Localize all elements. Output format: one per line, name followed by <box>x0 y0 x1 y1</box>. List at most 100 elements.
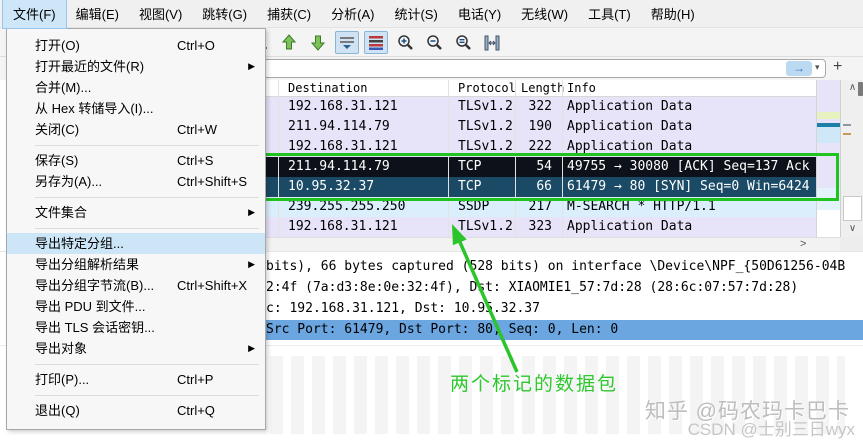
apply-filter-button[interactable]: → <box>786 61 812 76</box>
horizontal-scrollbar[interactable]: > <box>266 237 840 251</box>
scroll-right-icon[interactable]: > <box>800 238 806 250</box>
submenu-arrow-icon: ▶ <box>248 259 255 269</box>
detail-ethernet-line[interactable]: 2:4f (7a:d3:8e:0e:32:4f), Dst: XIAOMIE1_… <box>266 278 863 298</box>
menu-analyze[interactable]: 分析(A) <box>321 0 384 28</box>
menu-item-label: 导出特定分组... <box>35 236 124 251</box>
menu-item-save-as[interactable]: 另存为(A)... Ctrl+Shift+S <box>7 171 265 192</box>
cell-length: 323 <box>528 219 552 234</box>
menu-capture[interactable]: 捕获(C) <box>257 0 321 28</box>
menu-view[interactable]: 视图(V) <box>129 0 192 28</box>
next-packet-icon[interactable] <box>306 31 330 54</box>
zoom-in-icon[interactable] <box>393 31 417 54</box>
menu-item-open[interactable]: 打开(O) Ctrl+O <box>7 35 265 56</box>
marked-packet-tick <box>843 133 851 135</box>
column-protocol[interactable]: Protocol <box>458 81 516 95</box>
table-row[interactable]: 192.168.31.121 TLSv1.2 322 Application D… <box>266 97 816 117</box>
menu-item-export-objects[interactable]: 导出对象 ▶ <box>7 338 265 359</box>
menu-item-shortcut: Ctrl+Shift+X <box>177 278 248 293</box>
table-row[interactable]: 211.94.114.79 TLSv1.2 190 Application Da… <box>266 117 816 137</box>
packet-list-header: Destination Protocol Length Info <box>266 80 816 97</box>
menu-item-label: 打印(P)... <box>35 372 90 387</box>
menu-item-shortcut: Ctrl+Q <box>177 403 215 418</box>
menu-separator <box>7 359 265 369</box>
menu-separator <box>7 390 265 400</box>
menu-item-quit[interactable]: 退出(Q) Ctrl+Q <box>7 400 265 421</box>
file-menu-panel: 打开(O) Ctrl+O 打开最近的文件(R) ▶ 合并(M)... 从 Hex… <box>6 28 266 430</box>
menu-item-shortcut: Ctrl+Shift+S <box>177 174 248 189</box>
menu-tools[interactable]: 工具(T) <box>578 0 641 28</box>
add-filter-button[interactable]: + <box>833 58 842 76</box>
menu-help[interactable]: 帮助(H) <box>641 0 705 28</box>
menu-item-label: 打开(O) <box>35 38 80 53</box>
menu-item-merge[interactable]: 合并(M)... <box>7 77 265 98</box>
menu-telephony[interactable]: 电话(Y) <box>448 0 511 28</box>
menu-item-label: 从 Hex 转储导入(I)... <box>35 101 154 116</box>
menu-item-import-hex[interactable]: 从 Hex 转储导入(I)... <box>7 98 265 119</box>
menu-item-open-recent[interactable]: 打开最近的文件(R) ▶ <box>7 56 265 77</box>
menu-item-label: 导出 PDU 到文件... <box>35 299 146 314</box>
pane-corner-icon <box>858 82 863 96</box>
cell-destination: 192.168.31.121 <box>288 219 398 234</box>
marked-packets-highlight-box <box>259 153 839 201</box>
menu-item-shortcut: Ctrl+W <box>177 122 218 137</box>
vertical-scrollbar[interactable]: ∧ ∨ <box>840 80 863 237</box>
previous-packet-icon[interactable] <box>277 31 301 54</box>
cell-length: 322 <box>528 99 552 114</box>
menu-separator <box>7 192 265 202</box>
filter-dropdown-icon[interactable]: ▾ <box>815 62 820 73</box>
menu-item-label: 导出分组解析结果 <box>35 257 140 272</box>
zoom-reset-icon[interactable] <box>451 31 475 54</box>
scrollbar-thumb[interactable] <box>843 196 862 221</box>
cell-destination: 192.168.31.121 <box>288 99 398 114</box>
detail-ip-line[interactable]: c: 192.168.31.121, Dst: 10.95.32.37 <box>266 299 863 319</box>
menu-bar: 文件(F) 编辑(E) 视图(V) 跳转(G) 捕获(C) 分析(A) 统计(S… <box>0 0 863 29</box>
table-row[interactable]: 192.168.31.121 TLSv1.2 323 Application D… <box>266 217 816 237</box>
menu-item-shortcut: Ctrl+P <box>177 372 214 387</box>
detail-tcp-line-selected[interactable]: Src Port: 61479, Dst Port: 80, Seq: 0, L… <box>266 320 863 340</box>
menu-item-label: 合并(M)... <box>35 80 92 95</box>
menu-go[interactable]: 跳转(G) <box>192 0 257 28</box>
annotation-text: 两个标记的数据包 <box>450 374 619 395</box>
column-info[interactable]: Info <box>567 81 596 95</box>
menu-item-export-packet-bytes[interactable]: 导出分组字节流(B)... Ctrl+Shift+X <box>7 275 265 296</box>
menu-item-label: 退出(Q) <box>35 403 80 418</box>
submenu-arrow-icon: ▶ <box>248 207 255 217</box>
menu-item-export-dissections[interactable]: 导出分组解析结果 ▶ <box>7 254 265 275</box>
column-length[interactable]: Length <box>521 81 564 95</box>
menu-separator <box>7 140 265 150</box>
cell-info: Application Data <box>567 119 693 134</box>
menu-wireless[interactable]: 无线(W) <box>511 0 578 28</box>
marked-packet-tick <box>843 124 851 126</box>
scroll-down-icon[interactable]: ∨ <box>841 221 863 237</box>
colorize-packets-icon[interactable] <box>364 31 388 54</box>
toolbar-icons <box>248 31 504 54</box>
menu-item-label: 保存(S) <box>35 153 79 168</box>
menu-statistics[interactable]: 统计(S) <box>384 0 447 28</box>
zoom-out-icon[interactable] <box>422 31 446 54</box>
wireshark-window: { "app": { "name": "Wireshark" }, "color… <box>0 0 863 439</box>
menu-item-file-set[interactable]: 文件集合 ▶ <box>7 202 265 223</box>
menu-item-export-specified-packets[interactable]: 导出特定分组... <box>7 233 265 254</box>
column-destination[interactable]: Destination <box>288 81 367 95</box>
cell-destination: 211.94.114.79 <box>288 119 390 134</box>
menu-item-shortcut: Ctrl+S <box>177 153 214 168</box>
menu-item-label: 导出对象 <box>35 341 88 356</box>
auto-scroll-icon[interactable] <box>335 31 359 54</box>
menu-item-label: 打开最近的文件(R) <box>35 59 145 74</box>
menu-item-close[interactable]: 关闭(C) Ctrl+W <box>7 119 265 140</box>
detail-frame-line[interactable]: bits), 66 bytes captured (528 bits) on i… <box>266 257 863 277</box>
scrollbar-corner <box>840 237 863 251</box>
menu-file[interactable]: 文件(F) <box>2 0 67 29</box>
menu-item-export-pdu[interactable]: 导出 PDU 到文件... <box>7 296 265 317</box>
cell-info: Application Data <box>567 219 693 234</box>
menu-item-save[interactable]: 保存(S) Ctrl+S <box>7 150 265 171</box>
menu-edit[interactable]: 编辑(E) <box>66 0 129 28</box>
menu-item-export-tls-keys[interactable]: 导出 TLS 会话密钥... <box>7 317 265 338</box>
resize-columns-icon[interactable] <box>480 31 504 54</box>
menu-separator <box>7 223 265 233</box>
menu-item-label: 关闭(C) <box>35 122 80 137</box>
menu-item-print[interactable]: 打印(P)... Ctrl+P <box>7 369 265 390</box>
menu-item-label: 文件集合 <box>35 205 88 220</box>
display-filter-input[interactable] <box>258 59 826 78</box>
csdn-watermark: CSDN @士别三日wyx <box>687 420 855 439</box>
